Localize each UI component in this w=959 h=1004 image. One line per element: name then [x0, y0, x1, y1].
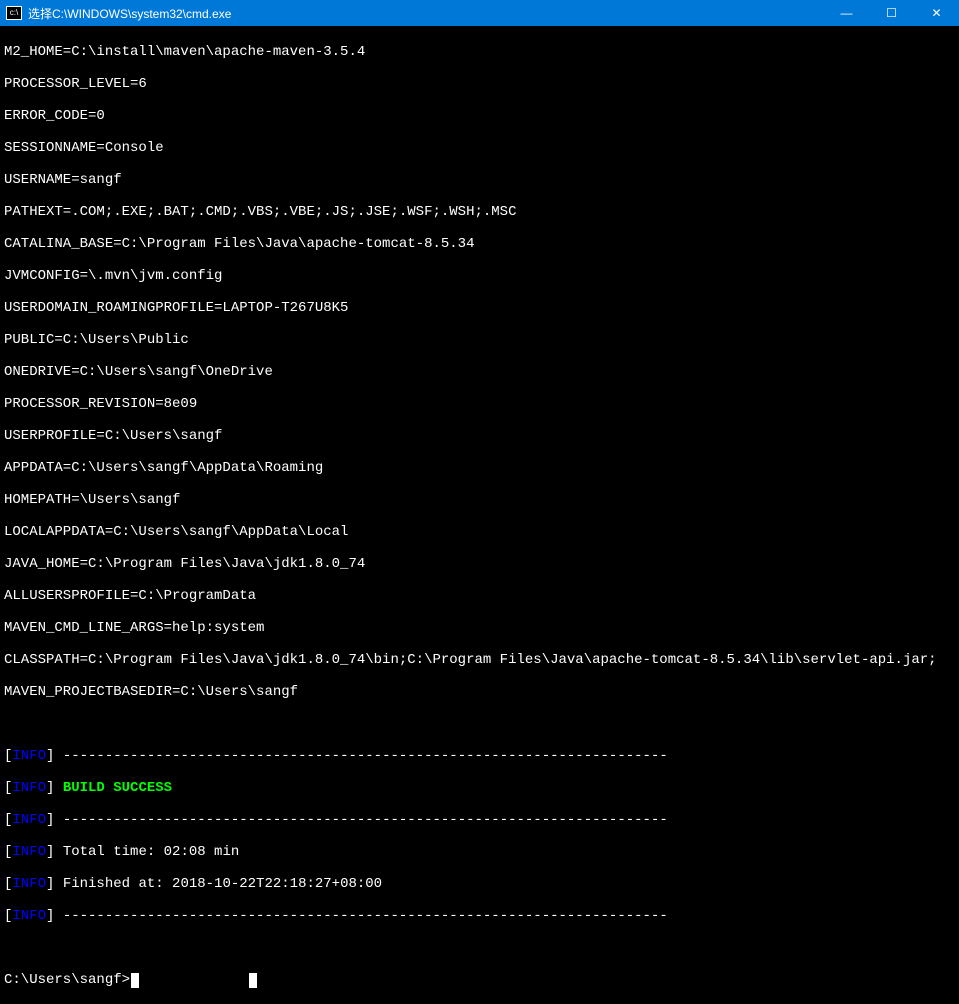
- terminal-output[interactable]: M2_HOME=C:\install\maven\apache-maven-3.…: [0, 26, 959, 528]
- info-line-total-time: [INFO] Total time: 02:08 min: [4, 844, 955, 860]
- titlebar-left: c:\ 选择C:\WINDOWS\system32\cmd.exe: [0, 5, 231, 22]
- env-line: MAVEN_CMD_LINE_ARGS=help:system: [4, 620, 955, 636]
- window-controls: — ☐ ✕: [824, 0, 959, 26]
- env-line: CLASSPATH=C:\Program Files\Java\jdk1.8.0…: [4, 652, 955, 668]
- cmd-icon: c:\: [6, 6, 22, 20]
- info-line-build-success: [INFO] BUILD SUCCESS: [4, 780, 955, 796]
- env-line: ONEDRIVE=C:\Users\sangf\OneDrive: [4, 364, 955, 380]
- cursor: [131, 973, 139, 988]
- env-line: USERNAME=sangf: [4, 172, 955, 188]
- prompt-text: C:\Users\sangf>: [4, 972, 130, 988]
- close-button[interactable]: ✕: [914, 0, 959, 26]
- env-line: APPDATA=C:\Users\sangf\AppData\Roaming: [4, 460, 955, 476]
- minimize-button[interactable]: —: [824, 0, 869, 26]
- info-line: [INFO] ---------------------------------…: [4, 748, 955, 764]
- env-line: USERDOMAIN_ROAMINGPROFILE=LAPTOP-T267U8K…: [4, 300, 955, 316]
- info-line: [INFO] ---------------------------------…: [4, 812, 955, 828]
- env-line: SESSIONNAME=Console: [4, 140, 955, 156]
- env-line: ALLUSERSPROFILE=C:\ProgramData: [4, 588, 955, 604]
- env-line: ERROR_CODE=0: [4, 108, 955, 124]
- selection-highlight: [249, 973, 257, 988]
- info-line: [INFO] ---------------------------------…: [4, 908, 955, 924]
- env-line: JAVA_HOME=C:\Program Files\Java\jdk1.8.0…: [4, 556, 955, 572]
- blank-line: [4, 940, 955, 956]
- info-line-finished-at: [INFO] Finished at: 2018-10-22T22:18:27+…: [4, 876, 955, 892]
- env-line: PROCESSOR_REVISION=8e09: [4, 396, 955, 412]
- blank-line: [4, 716, 955, 732]
- env-line: CATALINA_BASE=C:\Program Files\Java\apac…: [4, 236, 955, 252]
- env-line: M2_HOME=C:\install\maven\apache-maven-3.…: [4, 44, 955, 60]
- env-line: HOMEPATH=\Users\sangf: [4, 492, 955, 508]
- env-line: LOCALAPPDATA=C:\Users\sangf\AppData\Loca…: [4, 524, 955, 540]
- env-line: PROCESSOR_LEVEL=6: [4, 76, 955, 92]
- env-line: MAVEN_PROJECTBASEDIR=C:\Users\sangf: [4, 684, 955, 700]
- prompt-line[interactable]: C:\Users\sangf>: [4, 972, 955, 988]
- maximize-button[interactable]: ☐: [869, 0, 914, 26]
- window-title: 选择C:\WINDOWS\system32\cmd.exe: [28, 5, 231, 22]
- env-line: JVMCONFIG=\.mvn\jvm.config: [4, 268, 955, 284]
- env-line: PUBLIC=C:\Users\Public: [4, 332, 955, 348]
- env-line: PATHEXT=.COM;.EXE;.BAT;.CMD;.VBS;.VBE;.J…: [4, 204, 955, 220]
- env-line: USERPROFILE=C:\Users\sangf: [4, 428, 955, 444]
- window-titlebar: c:\ 选择C:\WINDOWS\system32\cmd.exe — ☐ ✕: [0, 0, 959, 26]
